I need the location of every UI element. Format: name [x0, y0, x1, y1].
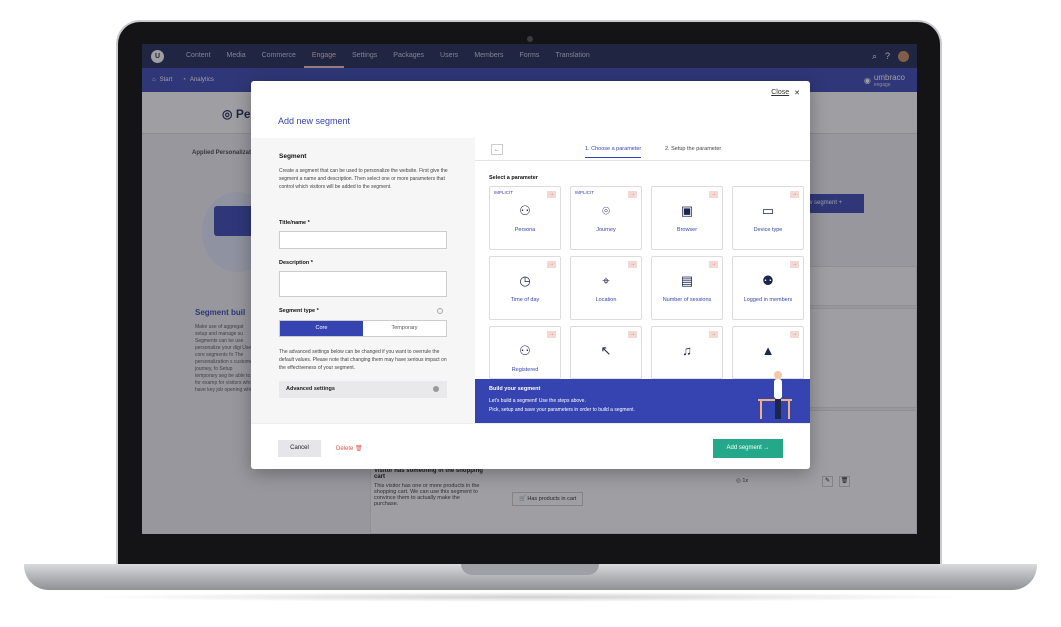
arrow-icon[interactable]: →	[709, 261, 718, 268]
parameter-tile[interactable]: → ⚇ Registered	[489, 326, 561, 379]
parameter-tile[interactable]: → ♫	[651, 326, 723, 379]
back-button[interactable]: ←	[491, 144, 503, 155]
steps-bar: ← 1. Choose a parameter 2. Setup the par…	[475, 138, 810, 161]
add-segment-button[interactable]: Add segment →	[713, 439, 783, 458]
parameter-label: Number of sessions	[662, 297, 712, 303]
screen: U Content Media Commerce Engage Settings Pack…	[142, 44, 917, 534]
person-illustration	[758, 371, 792, 419]
parameter-panel: ← 1. Choose a parameter 2. Setup the par…	[475, 138, 810, 423]
parameter-tile[interactable]: IMPLICIT → ⚇ Persona	[489, 186, 561, 250]
step-setup-parameter[interactable]: 2. Setup the parameter	[665, 146, 721, 152]
arrow-icon[interactable]: →	[709, 191, 718, 198]
trash-icon: 🗑	[355, 446, 363, 452]
banner-title: Build your segment	[489, 386, 541, 392]
parameter-label: Persona	[514, 227, 536, 233]
persona-icon: ⚇	[519, 203, 531, 218]
parameter-label: Logged in members	[743, 297, 793, 303]
sessions-icon: ▤	[680, 273, 694, 288]
segment-type-label: Segment type *	[279, 308, 319, 314]
arrow-icon[interactable]: →	[790, 261, 799, 268]
cursor-icon: ↖	[600, 343, 612, 358]
segment-type-temporary[interactable]: Temporary	[363, 321, 446, 336]
arrow-icon[interactable]: →	[547, 261, 556, 268]
parameter-tile[interactable]: → ⌖ Location	[570, 256, 642, 320]
close-button[interactable]: Close ✕	[771, 89, 800, 97]
modal-title: Add new segment	[278, 116, 351, 126]
journey-icon: ⌾	[602, 203, 610, 218]
parameter-tile[interactable]: → ▤ Number of sessions	[651, 256, 723, 320]
implicit-tag: IMPLICIT	[494, 190, 514, 195]
parameter-label: Location	[595, 297, 617, 303]
arrow-icon[interactable]: →	[628, 261, 637, 268]
arrow-icon[interactable]: →	[790, 331, 799, 338]
browser-icon: ▣	[680, 203, 694, 218]
arrow-icon[interactable]: →	[628, 191, 637, 198]
camera	[527, 36, 533, 42]
advanced-text: The advanced settings below can be chang…	[279, 349, 447, 371]
implicit-tag: IMPLICIT	[575, 190, 595, 195]
members-icon: ⚉	[762, 273, 774, 288]
arrow-icon[interactable]: →	[709, 331, 718, 338]
parameter-tile[interactable]: → ◷ Time of day	[489, 256, 561, 320]
laptop: U Content Media Commerce Engage Settings Pack…	[0, 0, 1061, 627]
parameter-label: Time of day	[510, 297, 540, 303]
device-icon: ▭	[761, 203, 775, 218]
parameter-tile[interactable]: → ⚉ Logged in members	[732, 256, 804, 320]
select-parameter-label: Select a parameter	[489, 175, 538, 181]
parameter-label: Journey	[596, 227, 616, 233]
add-segment-modal: Add new segment Close ✕ Segment Create a …	[251, 81, 810, 469]
segment-form: Segment Create a segment that can be use…	[251, 138, 475, 423]
chevron-down-icon	[433, 386, 439, 392]
parameter-tile[interactable]: → ▭ Device type	[732, 186, 804, 250]
laptop-notch	[461, 564, 599, 575]
arrow-icon[interactable]: →	[547, 331, 556, 338]
build-segment-banner: Build your segment Let's build a segment…	[475, 371, 810, 423]
arrow-icon[interactable]: →	[628, 331, 637, 338]
info-icon[interactable]	[437, 308, 443, 314]
modal-footer: Cancel Delete 🗑 Add segment →	[251, 423, 810, 469]
step-choose-parameter[interactable]: 1. Choose a parameter	[585, 146, 642, 158]
banner-line2: Pick, setup and save your parameters in …	[489, 407, 635, 413]
clock-icon: ◷	[519, 273, 531, 288]
description-label: Description *	[279, 260, 313, 266]
banner-line1: Let's build a segment! Use the steps abo…	[489, 398, 586, 404]
location-icon: ⌖	[602, 273, 610, 288]
description-input[interactable]	[279, 271, 447, 297]
rocket-icon: ▲	[761, 343, 775, 358]
registered-icon: ⚇	[519, 343, 531, 358]
segment-type-core[interactable]: Core	[280, 321, 363, 336]
advanced-settings-button[interactable]: Advanced settings	[279, 381, 447, 398]
segment-heading: Segment	[279, 153, 307, 160]
title-label: Title/name *	[279, 220, 310, 226]
parameter-label: Device type	[753, 227, 783, 233]
cancel-button[interactable]: Cancel	[278, 440, 321, 457]
close-icon: ✕	[794, 90, 800, 97]
parameter-label: Registered	[511, 367, 539, 373]
title-input[interactable]	[279, 231, 447, 249]
laptop-shadow	[80, 592, 980, 602]
bell-icon: ♫	[682, 343, 692, 358]
delete-button[interactable]: Delete 🗑	[336, 445, 363, 452]
parameter-tile[interactable]: → ▣ Browser	[651, 186, 723, 250]
arrow-icon[interactable]: →	[547, 191, 556, 198]
parameter-label: Browser	[676, 227, 698, 233]
parameter-tile[interactable]: IMPLICIT → ⌾ Journey	[570, 186, 642, 250]
parameter-tile[interactable]: → ↖	[570, 326, 642, 379]
segment-description: Create a segment that can be used to per…	[279, 168, 448, 190]
arrow-icon[interactable]: →	[790, 191, 799, 198]
segment-type-toggle: Core Temporary	[279, 320, 447, 337]
